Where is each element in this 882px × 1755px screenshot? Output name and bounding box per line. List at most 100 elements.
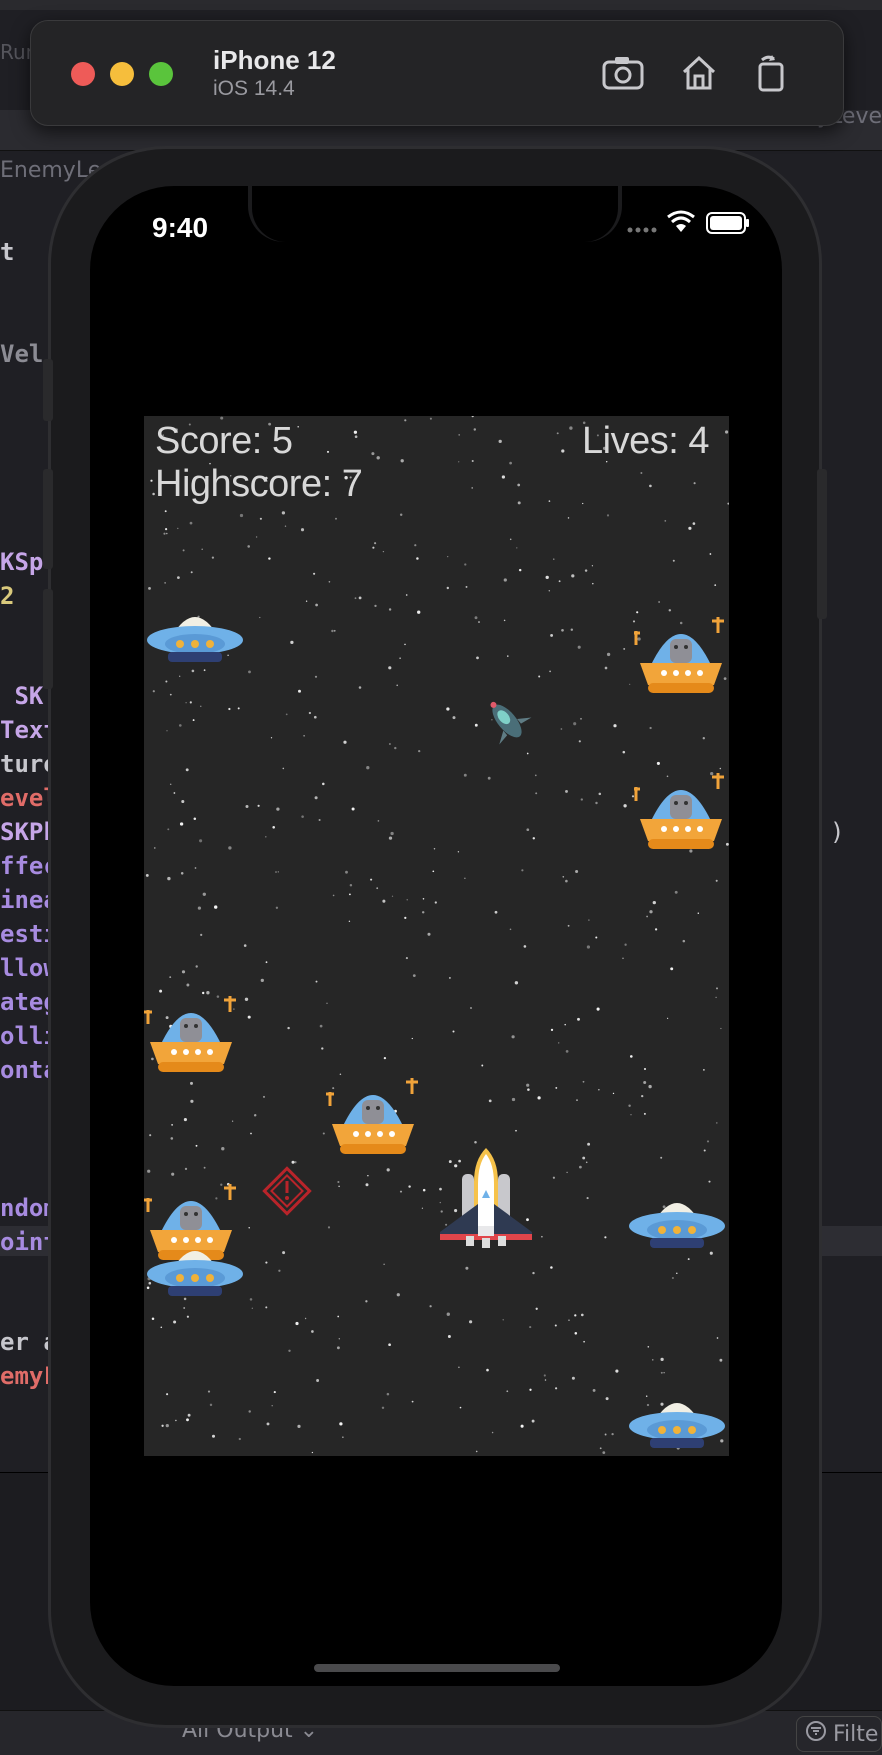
code-fragment: Vel bbox=[0, 340, 44, 368]
star bbox=[370, 878, 373, 881]
star bbox=[399, 657, 401, 659]
star bbox=[171, 1124, 173, 1126]
star bbox=[275, 871, 277, 873]
star bbox=[521, 869, 524, 872]
star bbox=[488, 1099, 492, 1103]
star bbox=[381, 1406, 385, 1410]
star bbox=[358, 596, 362, 600]
star bbox=[554, 1324, 557, 1327]
signal-dots-icon bbox=[626, 220, 660, 239]
star bbox=[564, 1023, 566, 1026]
game-scene[interactable]: Score: 5 Highscore: 7 Lives: 4 bbox=[144, 416, 729, 1456]
star bbox=[652, 900, 656, 905]
star bbox=[416, 557, 419, 560]
star bbox=[421, 1207, 424, 1209]
star bbox=[189, 521, 193, 525]
star bbox=[649, 910, 653, 914]
star bbox=[181, 799, 185, 804]
star bbox=[408, 1185, 411, 1188]
star bbox=[692, 522, 696, 525]
star bbox=[354, 435, 358, 439]
star bbox=[568, 1319, 570, 1321]
filter-field[interactable]: Filte bbox=[796, 1716, 882, 1752]
star bbox=[649, 726, 652, 730]
minimize-button[interactable] bbox=[110, 62, 134, 86]
star bbox=[643, 1067, 647, 1071]
star bbox=[649, 484, 652, 488]
alien-ufo bbox=[326, 1072, 420, 1168]
alien-ufo bbox=[632, 767, 728, 863]
star bbox=[167, 876, 171, 881]
star bbox=[545, 575, 549, 580]
star bbox=[336, 1346, 340, 1350]
star bbox=[313, 715, 317, 719]
zoom-button[interactable] bbox=[149, 62, 173, 86]
code-fragment: KSp bbox=[0, 548, 44, 576]
star bbox=[676, 1272, 678, 1275]
star bbox=[245, 804, 249, 809]
star bbox=[377, 820, 380, 822]
star bbox=[429, 417, 432, 420]
star bbox=[598, 1089, 600, 1091]
star bbox=[663, 1372, 665, 1374]
star bbox=[506, 1390, 509, 1393]
star bbox=[518, 568, 522, 572]
star bbox=[175, 1419, 177, 1422]
star bbox=[282, 767, 285, 770]
star bbox=[672, 559, 675, 562]
star bbox=[406, 899, 408, 901]
star bbox=[719, 1358, 723, 1362]
star bbox=[682, 939, 686, 943]
code-fragment: SK bbox=[0, 682, 44, 710]
star bbox=[247, 1015, 251, 1019]
star bbox=[273, 1391, 276, 1394]
screenshot-icon[interactable] bbox=[599, 51, 647, 95]
star bbox=[447, 555, 449, 558]
star bbox=[265, 961, 268, 964]
home-indicator[interactable] bbox=[314, 1664, 560, 1672]
star bbox=[526, 752, 529, 755]
star bbox=[298, 689, 301, 693]
rotate-icon[interactable] bbox=[747, 51, 795, 95]
star bbox=[725, 430, 729, 434]
star bbox=[275, 906, 279, 909]
star bbox=[604, 1236, 607, 1239]
code-paren: ) bbox=[830, 818, 845, 846]
star bbox=[623, 804, 627, 808]
star bbox=[311, 1451, 314, 1454]
star bbox=[475, 1450, 478, 1453]
star bbox=[166, 730, 168, 732]
star bbox=[658, 601, 660, 603]
star bbox=[265, 836, 267, 838]
star bbox=[382, 550, 385, 553]
star bbox=[578, 740, 581, 743]
star bbox=[268, 557, 271, 560]
star bbox=[543, 1374, 546, 1377]
star bbox=[715, 1122, 718, 1124]
star bbox=[667, 1017, 669, 1019]
star bbox=[186, 1315, 189, 1318]
close-button[interactable] bbox=[71, 62, 95, 86]
star bbox=[630, 1114, 632, 1116]
star bbox=[169, 693, 172, 696]
star bbox=[249, 1298, 253, 1301]
star bbox=[576, 1099, 578, 1101]
star bbox=[550, 633, 554, 637]
star bbox=[271, 1404, 273, 1407]
star bbox=[193, 817, 197, 820]
star bbox=[549, 670, 551, 673]
star bbox=[457, 851, 460, 853]
star bbox=[345, 870, 348, 874]
wifi-icon bbox=[666, 210, 696, 238]
star bbox=[348, 920, 351, 923]
star bbox=[194, 867, 197, 869]
star bbox=[569, 426, 573, 430]
home-icon[interactable] bbox=[675, 51, 723, 95]
star bbox=[365, 1300, 368, 1303]
star bbox=[169, 783, 172, 786]
star bbox=[418, 749, 421, 753]
star bbox=[654, 928, 658, 931]
star bbox=[474, 723, 478, 727]
ufo-saucer bbox=[628, 1390, 726, 1456]
star bbox=[265, 1306, 268, 1309]
